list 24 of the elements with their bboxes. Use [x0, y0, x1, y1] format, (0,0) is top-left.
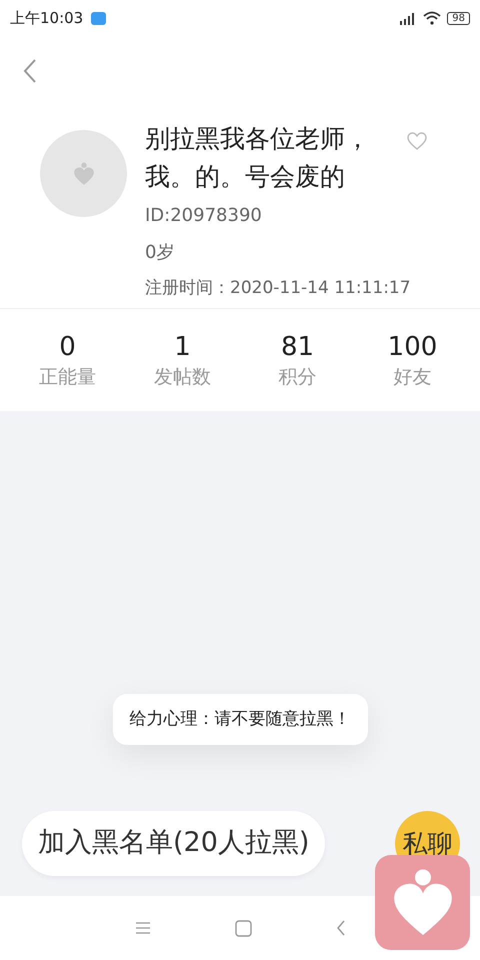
- heart-outline-icon: [407, 132, 427, 150]
- stat-label: 好友: [394, 364, 432, 390]
- stat-value: 1: [174, 330, 191, 362]
- status-time: 上午10:03: [10, 8, 84, 29]
- stat-label: 正能量: [39, 364, 96, 390]
- menu-icon[interactable]: [134, 921, 150, 935]
- blacklist-button[interactable]: 加入黑名单(20人拉黑): [22, 811, 326, 876]
- user-id: ID:20978390: [145, 204, 263, 228]
- stat-label: 积分: [278, 364, 316, 390]
- stat-value: 100: [388, 330, 438, 362]
- floating-app-overlay[interactable]: [375, 855, 470, 950]
- stat-value: 0: [59, 330, 76, 362]
- stat-value: 81: [280, 330, 314, 362]
- notification-icon: [91, 12, 106, 24]
- user-age: 0岁: [145, 241, 176, 265]
- toast-message: 给力心理：请不要随意拉黑！: [112, 694, 368, 745]
- heart-logo-icon: [72, 162, 94, 186]
- user-name: 别拉黑我各位老师，我。的。号会废的: [145, 123, 371, 193]
- wifi-icon: [423, 11, 442, 25]
- battery-indicator: 98: [447, 12, 470, 24]
- home-icon[interactable]: [234, 920, 252, 936]
- back-nav-icon[interactable]: [336, 920, 346, 936]
- registration-time: 注册时间：2020-11-14 11:11:17: [145, 277, 411, 300]
- stat-label: 发帖数: [154, 364, 211, 390]
